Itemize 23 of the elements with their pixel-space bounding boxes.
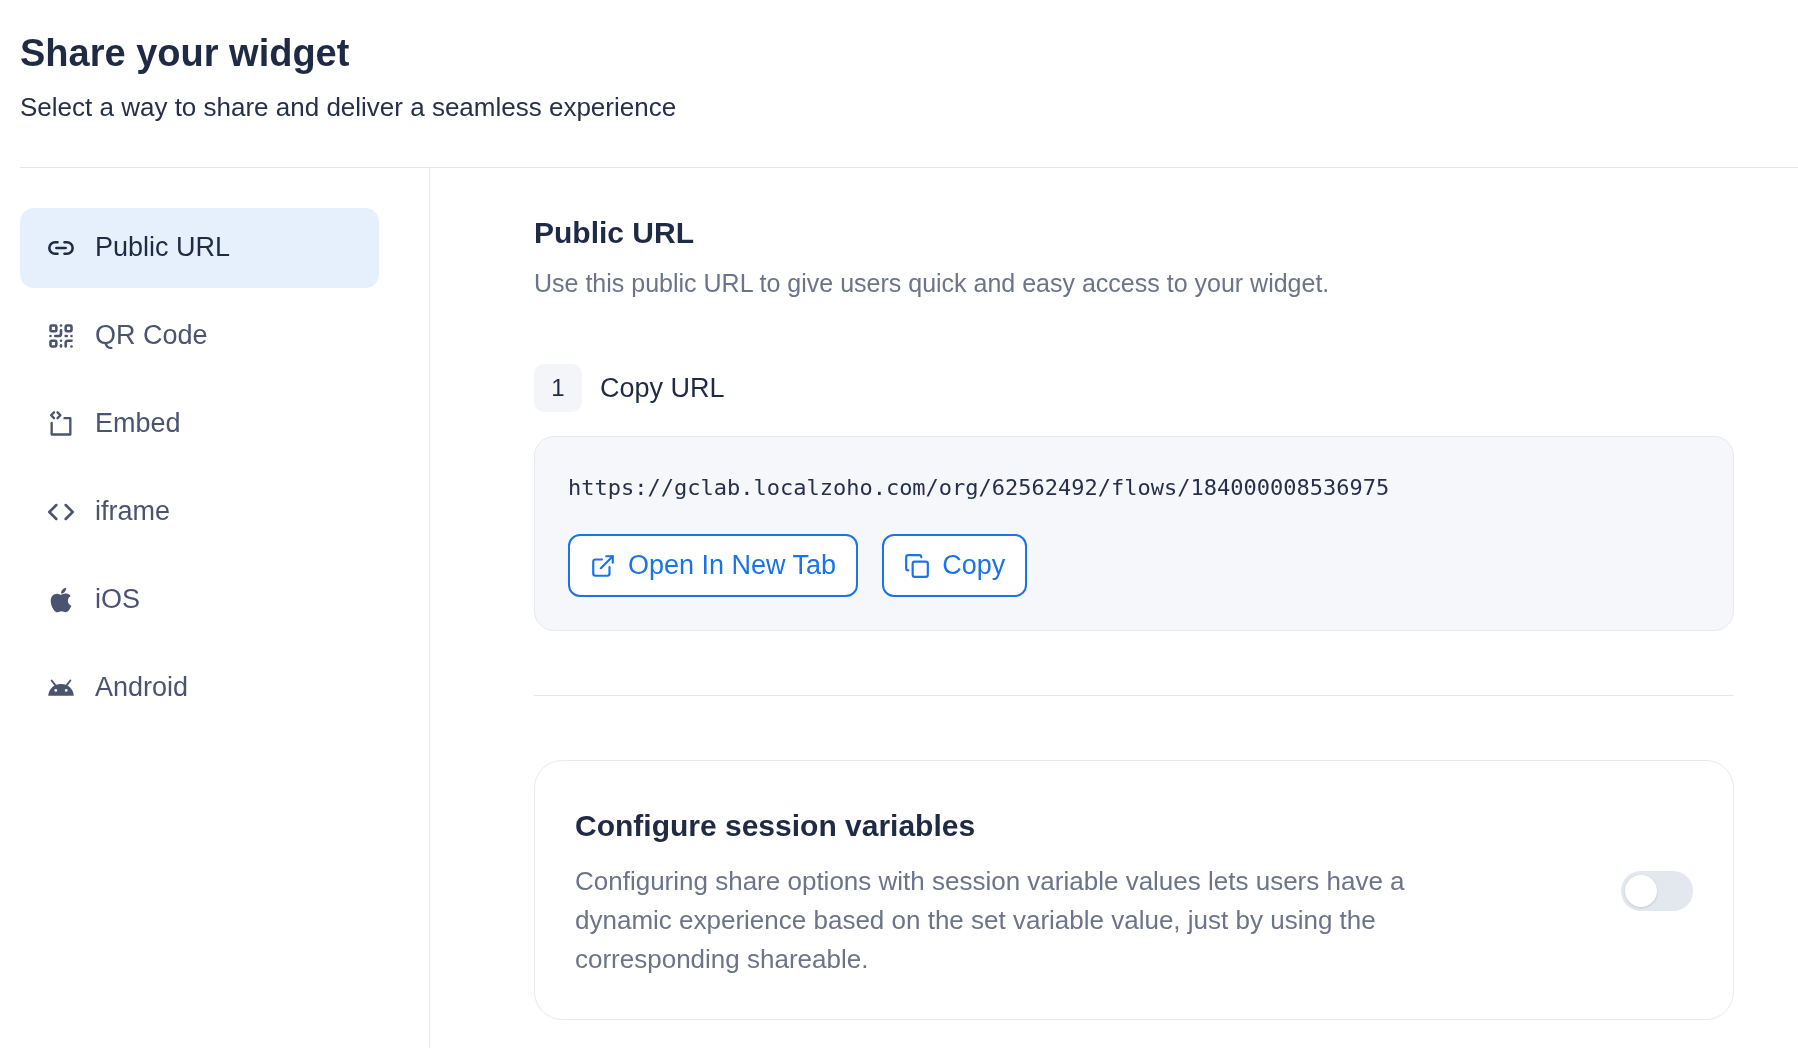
qr-code-icon bbox=[47, 321, 75, 350]
sidebar-item[interactable]: Embed bbox=[20, 383, 379, 464]
page-title: Share your widget bbox=[20, 31, 351, 76]
url-text: https://gclab.localzoho.com/org/62562492/flows/184000008536975 bbox=[568, 474, 1391, 502]
sidebar-item[interactable]: iframe bbox=[20, 471, 379, 552]
sidebar-item[interactable]: Android bbox=[20, 647, 379, 728]
copy-button[interactable]: Copy bbox=[882, 534, 1028, 597]
page-subtitle: Select a way to share and deliver a seamless experience bbox=[20, 90, 678, 124]
sidebar-item[interactable]: Public URL bbox=[20, 207, 379, 288]
sidebar-item[interactable]: iOS bbox=[20, 559, 379, 640]
open-in-new-tab-button[interactable]: Open In New Tab bbox=[568, 534, 859, 597]
card-description: Configuring share options with session variable values lets users have a dynamic experience based on the set variable value, just by using the corresponding shareable. bbox=[575, 865, 1406, 976]
section-description: Use this public URL to give users quick and easy access to your widget. bbox=[534, 267, 1331, 299]
embed-icon bbox=[47, 409, 75, 438]
step-number: 1 bbox=[534, 364, 582, 412]
section-title: Public URL bbox=[534, 214, 695, 251]
session-toggle[interactable] bbox=[1621, 871, 1693, 911]
sidebar-item[interactable]: QR Code bbox=[20, 295, 379, 376]
step-label: Copy URL bbox=[600, 371, 725, 405]
copy-icon bbox=[904, 552, 931, 579]
android-icon bbox=[47, 679, 75, 696]
card-title: Configure session variables bbox=[575, 808, 977, 844]
external-link-icon bbox=[590, 552, 616, 579]
